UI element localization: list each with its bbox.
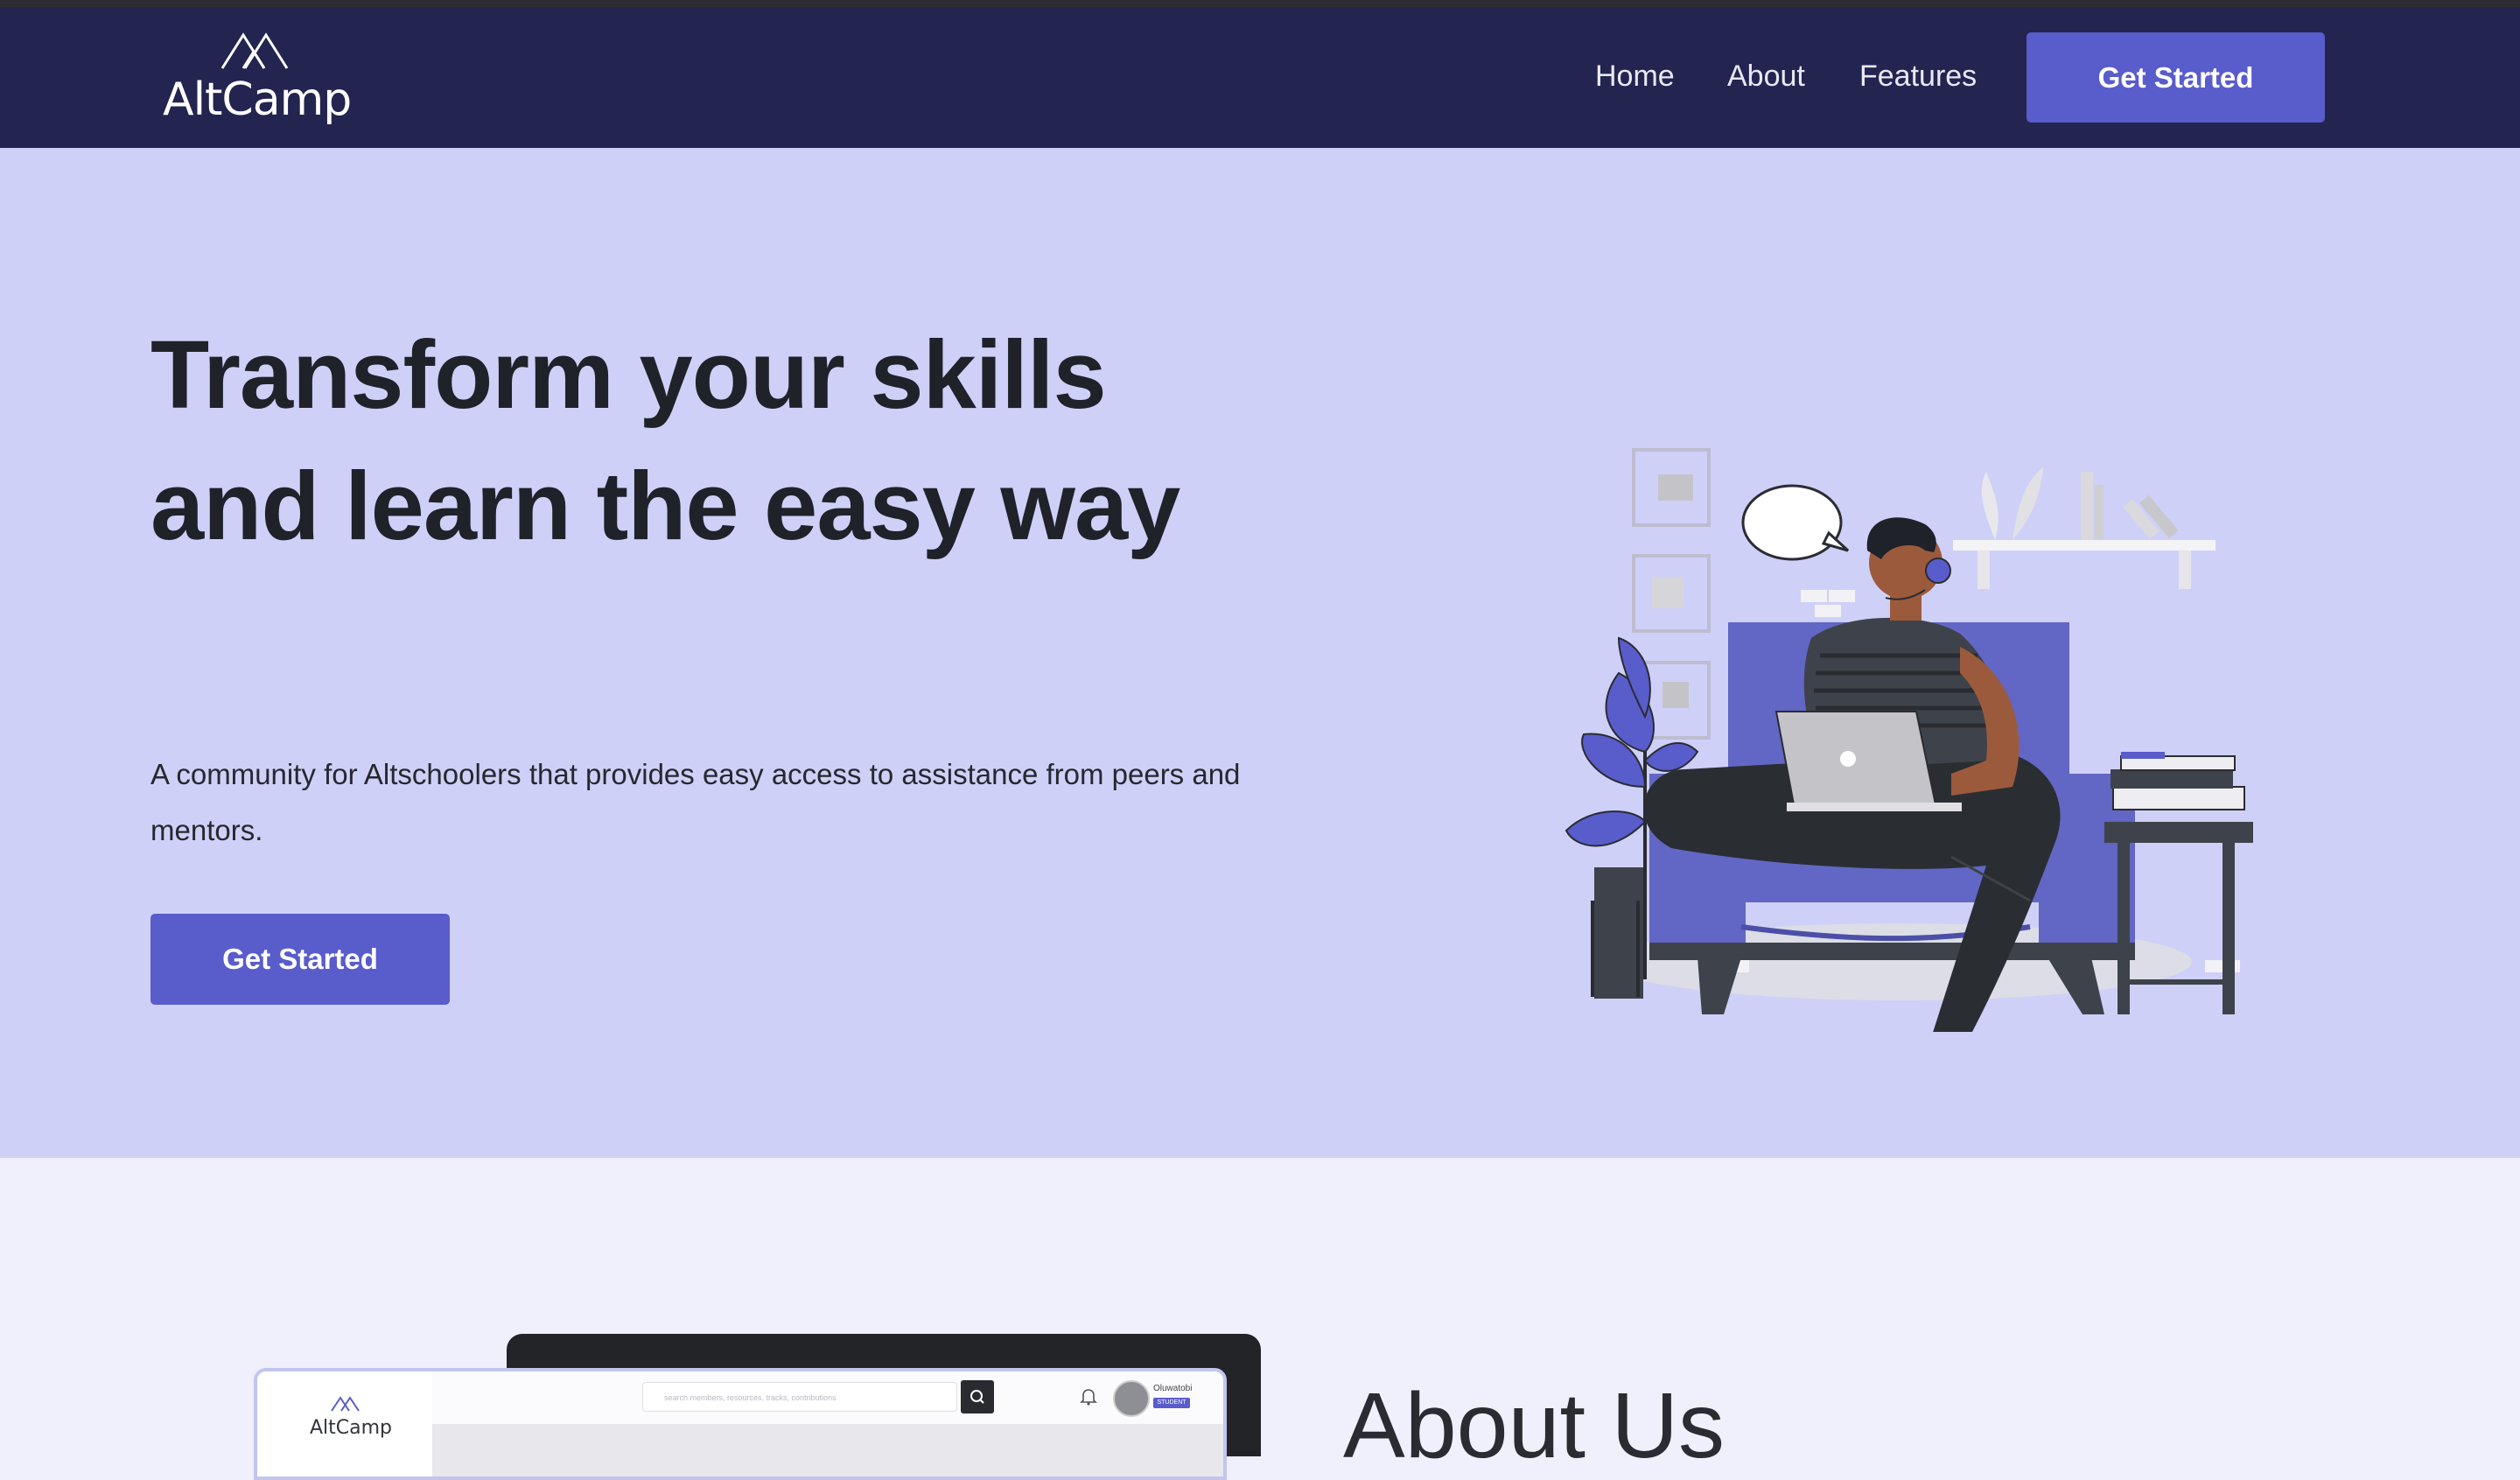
nav-link-home[interactable]: Home — [1595, 60, 1675, 94]
logo-text: AltCamp — [163, 74, 352, 126]
nav-link-about[interactable]: About — [1727, 60, 1805, 94]
hero-get-started-button[interactable]: Get Started — [150, 914, 450, 1005]
nav-get-started-button[interactable]: Get Started — [2026, 32, 2325, 123]
nav-link-features[interactable]: Features — [1859, 60, 1977, 94]
preview-content — [432, 1424, 1223, 1476]
altcamp-logo-icon — [331, 1396, 360, 1412]
hero-subtitle: A community for Altschoolers that provid… — [150, 758, 1241, 846]
preview-search-button — [961, 1380, 994, 1413]
preview-sidebar: AltCamp — [257, 1371, 433, 1476]
about-section: AltCamp search members, resources, track… — [0, 1158, 2520, 1480]
preview-user-name: Oluwatobi — [1153, 1384, 1193, 1393]
avatar — [1113, 1380, 1150, 1417]
hero-title: Transform your skills and learn the easy… — [150, 321, 1180, 560]
app-preview-screen: AltCamp search members, resources, track… — [254, 1368, 1227, 1480]
hero-section: Transform your skills and learn the easy… — [0, 148, 2520, 1158]
preview-user-badge: STUDENT — [1153, 1398, 1190, 1408]
about-title: About Us — [1343, 1374, 1726, 1477]
preview-logo-text: AltCamp — [310, 1417, 393, 1439]
hero-illustration — [1564, 448, 2253, 1032]
bell-icon — [1080, 1389, 1097, 1406]
browser-top-strip — [0, 0, 2520, 7]
search-icon — [970, 1390, 984, 1404]
preview-search-input: search members, resources, tracks, contr… — [642, 1382, 957, 1412]
altcamp-logo-icon — [220, 32, 289, 69]
navbar: AltCamp Home About Features Get Started — [0, 7, 2520, 148]
site-logo[interactable]: AltCamp — [163, 30, 364, 135]
